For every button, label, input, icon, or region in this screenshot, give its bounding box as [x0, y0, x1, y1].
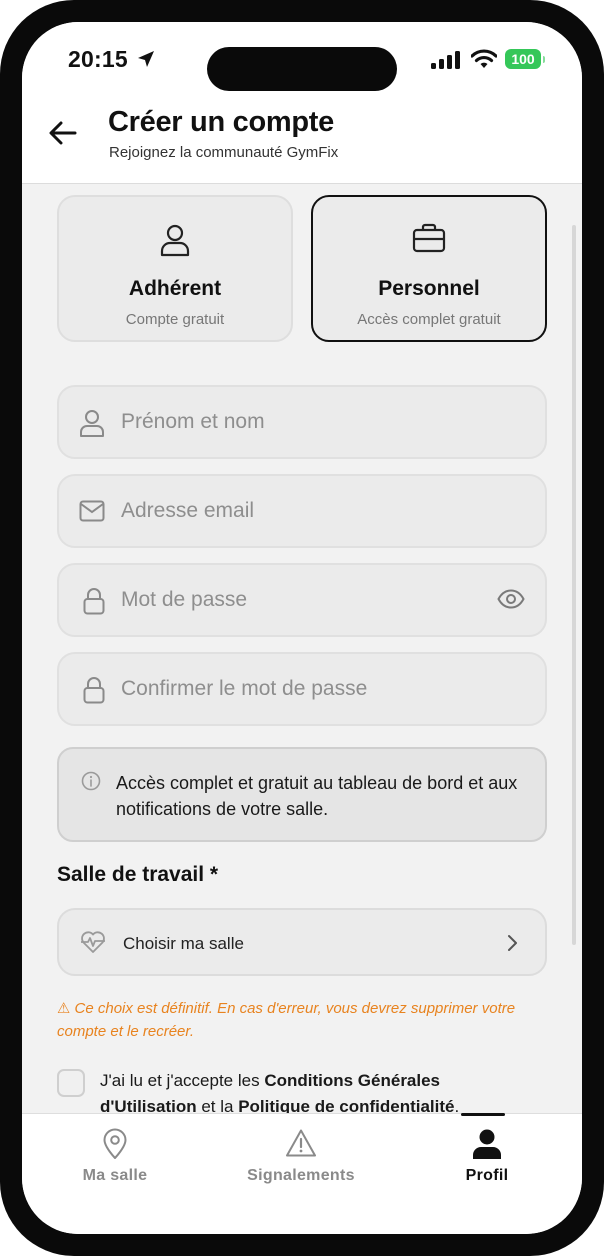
tab-signalements[interactable]: Signalements [208, 1114, 394, 1214]
confirm-password-field[interactable] [57, 652, 547, 726]
lock-icon [83, 587, 105, 620]
arrow-left-icon[interactable] [48, 120, 78, 146]
map-pin-icon [22, 1128, 208, 1160]
battery-indicator: 100 [505, 49, 545, 69]
screen: 20:15 100 Créer un compte Rejoignez la c… [22, 22, 582, 1234]
dynamic-island [207, 47, 397, 91]
info-icon [81, 771, 101, 796]
chevron-right-icon [507, 934, 519, 957]
gym-warning: ⚠ Ce choix est définitif. En cas d'erreu… [57, 1000, 516, 1040]
battery-level: 100 [511, 51, 535, 67]
page-header: Créer un compte Rejoignez la communauté … [22, 102, 582, 184]
info-text: Accès complet et gratuit au tableau de b… [116, 773, 518, 819]
user-icon [79, 409, 105, 442]
form-content[interactable]: Adhérent Compte gratuit Personnel Accès … [22, 185, 582, 1113]
terms-checkbox[interactable] [57, 1069, 85, 1097]
email-input[interactable] [121, 490, 481, 532]
role-name: Adhérent [128, 277, 222, 300]
tab-label: Ma salle [82, 1167, 148, 1184]
role-card-personnel[interactable]: Personnel Accès complet gratuit [311, 195, 547, 342]
mail-icon [79, 500, 105, 527]
heart-pulse-icon [80, 930, 106, 959]
active-tab-indicator [461, 1113, 505, 1116]
fullname-input[interactable] [121, 401, 481, 443]
role-name: Personnel [378, 277, 480, 300]
tab-ma-salle[interactable]: Ma salle [22, 1114, 208, 1214]
tab-profil[interactable]: Profil [394, 1113, 580, 1214]
page-title: Créer un compte [108, 106, 334, 138]
info-box: Accès complet et gratuit au tableau de b… [57, 747, 547, 842]
password-input[interactable] [121, 579, 481, 621]
terms-text: J'ai lu et j'accepte les Conditions Géné… [100, 1068, 540, 1113]
status-bar: 20:15 100 [22, 22, 582, 102]
gym-select-label: Choisir ma salle [123, 934, 244, 953]
role-card-adherent[interactable]: Adhérent Compte gratuit [57, 195, 293, 342]
tab-bar: Ma salle Signalements Profil [22, 1113, 582, 1234]
tab-label: Profil [465, 1167, 509, 1184]
back-button[interactable] [48, 120, 88, 146]
role-description: Compte gratuit [125, 311, 225, 328]
terms-suffix: . [454, 1097, 460, 1113]
password-field[interactable] [57, 563, 547, 637]
location-arrow-icon [136, 49, 156, 74]
scrollbar[interactable] [572, 225, 576, 945]
gym-select[interactable]: Choisir ma salle [57, 908, 547, 976]
page-subtitle: Rejoignez la communauté GymFix [109, 144, 339, 161]
confirm-password-input[interactable] [121, 668, 481, 710]
briefcase-icon [313, 223, 545, 253]
phone-frame: 20:15 100 Créer un compte Rejoignez la c… [0, 0, 604, 1256]
tab-label: Signalements [247, 1167, 355, 1184]
role-description: Accès complet gratuit [357, 311, 501, 328]
user-icon [59, 223, 291, 257]
email-field[interactable] [57, 474, 547, 548]
user-solid-icon [394, 1128, 580, 1160]
warning-icon [208, 1128, 394, 1158]
terms-privacy-link[interactable]: Politique de confidentialité [238, 1097, 454, 1113]
fullname-field[interactable] [57, 385, 547, 459]
eye-icon[interactable] [497, 589, 525, 614]
status-time: 20:15 [68, 46, 128, 72]
terms-prefix: J'ai lu et j'accepte les [100, 1071, 265, 1090]
lock-icon [83, 676, 105, 709]
terms-middle: et la [196, 1097, 239, 1113]
cellular-signal-icon [431, 51, 461, 74]
gym-section-title: Salle de travail * [57, 863, 219, 886]
wifi-icon [470, 49, 498, 74]
